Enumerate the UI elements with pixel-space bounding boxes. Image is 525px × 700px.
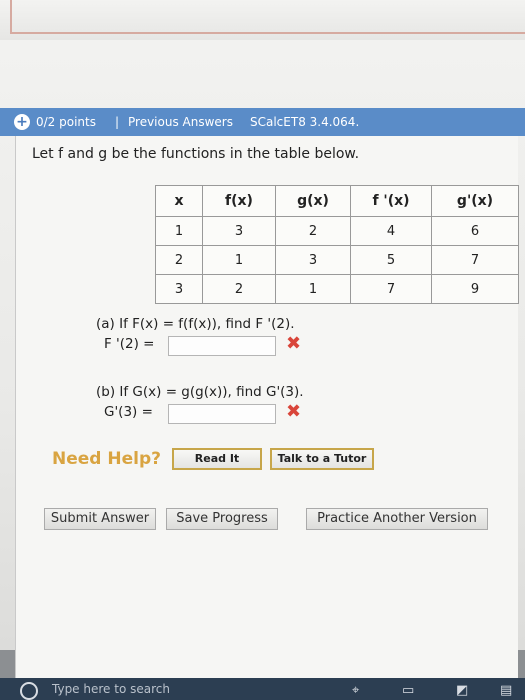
app-icon[interactable]: ◩ (456, 683, 468, 698)
column-header-fx: f(x) (202, 185, 276, 217)
table-cell: 1 (202, 245, 276, 275)
table-cell: 7 (431, 245, 519, 275)
submit-answer-button[interactable]: Submit Answer (44, 508, 156, 530)
table-row: 2 1 3 5 7 (155, 245, 519, 275)
table-cell: 6 (431, 216, 519, 246)
browser-top-strip (0, 0, 525, 40)
table-cell: 2 (202, 274, 276, 304)
table-cell: 9 (431, 274, 519, 304)
column-header-fprime: f '(x) (350, 185, 432, 217)
question-header-bar: + 0/2 points | Previous Answers SCalcET8… (0, 108, 525, 136)
table-cell: 2 (155, 245, 203, 275)
app-icon-2[interactable]: ▤ (500, 683, 512, 698)
need-help-label: Need Help? (52, 449, 161, 469)
part-b-incorrect-icon: ✖ (286, 401, 302, 422)
part-b-answer-input[interactable] (168, 404, 276, 424)
read-it-button[interactable]: Read It (172, 448, 262, 470)
table-row: 3 2 1 7 9 (155, 274, 519, 304)
table-cell: 3 (155, 274, 203, 304)
save-progress-button[interactable]: Save Progress (166, 508, 278, 530)
previous-answers-link[interactable]: Previous Answers (128, 108, 233, 136)
table-cell: 7 (350, 274, 432, 304)
header-separator: | (115, 115, 120, 129)
part-b-answer-label: G'(3) = (104, 404, 153, 420)
part-a-incorrect-icon: ✖ (286, 333, 302, 354)
column-header-gx: g(x) (275, 185, 351, 217)
function-table: x f(x) g(x) f '(x) g'(x) 1 3 2 4 6 2 1 3… (155, 185, 519, 304)
part-a-answer-input[interactable] (168, 336, 276, 356)
problem-prompt: Let f and g be the functions in the tabl… (32, 146, 360, 162)
task-view-icon[interactable]: ▭ (402, 683, 414, 698)
problem-code: SCalcET8 3.4.064. (250, 115, 360, 129)
table-cell: 5 (350, 245, 432, 275)
search-icon[interactable] (20, 682, 38, 700)
part-a-answer-label: F '(2) = (104, 336, 155, 352)
expand-plus-icon[interactable]: + (14, 114, 30, 130)
table-row: 1 3 2 4 6 (155, 216, 519, 246)
column-header-gprime: g'(x) (431, 185, 519, 217)
previous-section-box (10, 0, 525, 34)
table-cell: 3 (275, 245, 351, 275)
table-cell: 3 (202, 216, 276, 246)
column-header-x: x (155, 185, 203, 217)
part-a-question: (a) If F(x) = f(f(x)), find F '(2). (96, 316, 295, 332)
table-cell: 1 (155, 216, 203, 246)
table-cell: 4 (350, 216, 432, 246)
practice-another-version-button[interactable]: Practice Another Version (306, 508, 488, 530)
table-cell: 2 (275, 216, 351, 246)
table-header-row: x f(x) g(x) f '(x) g'(x) (155, 185, 519, 217)
table-cell: 1 (275, 274, 351, 304)
part-b-question: (b) If G(x) = g(g(x)), find G'(3). (96, 384, 304, 400)
taskbar-search-input[interactable]: Type here to search (52, 682, 170, 696)
talk-to-tutor-button[interactable]: Talk to a Tutor (270, 448, 374, 470)
points-label: 0/2 points (36, 115, 96, 129)
pin-icon[interactable]: ⌖ (352, 683, 359, 698)
